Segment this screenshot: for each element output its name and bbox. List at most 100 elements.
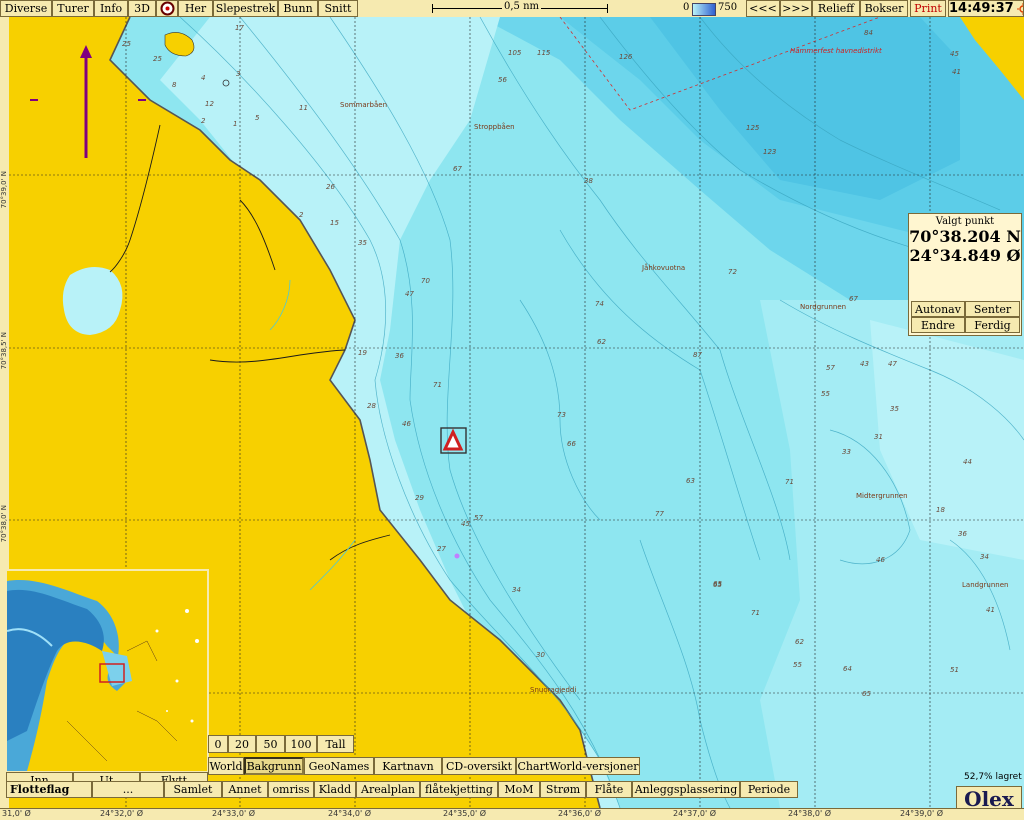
layer-world-button[interactable]: World	[208, 757, 244, 775]
depth-sounding: 29	[415, 494, 424, 502]
clock: 14:49:37	[948, 0, 1024, 17]
depth-sounding: 11	[299, 104, 308, 112]
depth-sounding: 47	[405, 290, 414, 298]
depth-sounding: 3	[236, 70, 241, 78]
depth-sounding: 41	[952, 68, 961, 76]
depth-sounding: 45	[950, 50, 959, 58]
bottom-periode-button[interactable]: Periode	[740, 781, 798, 798]
bottom-ellipsis-button[interactable]: ...	[92, 781, 164, 798]
depth-sounding: 2	[299, 211, 304, 219]
depth-sounding: 5	[255, 114, 260, 122]
depth-sounding: 63	[686, 477, 695, 485]
bottom-strom-button[interactable]: Strøm	[540, 781, 586, 798]
depth-gradient	[692, 3, 716, 16]
overview-map[interactable]: Inn	[5, 569, 209, 773]
bottom-kladd-button[interactable]: Kladd	[314, 781, 356, 798]
place-name-1: Sommarbåen	[340, 101, 388, 109]
depth-sounding: 46	[402, 420, 411, 428]
next-button[interactable]: >>>	[780, 0, 812, 17]
layer-bakgrunn-button[interactable]: Bakgrunn	[244, 757, 304, 775]
depth-sounding: 34	[512, 586, 521, 594]
scale-label: 0,5 nm	[502, 1, 542, 12]
depth-sounding: 45	[461, 520, 470, 528]
scale-0-button[interactable]: 0	[208, 735, 228, 753]
depth-sounding: 1	[233, 120, 238, 128]
layer-kartnavn-button[interactable]: Kartnavn	[374, 757, 442, 775]
bottom-arealplan-button[interactable]: Arealplan	[356, 781, 420, 798]
layer-cd-oversikt-button[interactable]: CD-oversikt	[442, 757, 516, 775]
depth-sounding: 25	[153, 55, 162, 63]
panel-title: Valgt punkt	[935, 216, 995, 227]
lon-tick: 24°36,0' Ø	[558, 809, 602, 818]
print-button[interactable]: Print	[910, 0, 946, 17]
depth-sounding: 71	[433, 381, 442, 389]
menu-bunn[interactable]: Bunn	[278, 0, 318, 17]
depth-sounding: 77	[655, 510, 664, 518]
bottom-anleggsplassering-button[interactable]: Anleggsplassering	[632, 781, 740, 798]
top-toolbar: Diverse Turer Info 3D Her Slepestrek Bun…	[0, 0, 1024, 18]
depth-sounding: 47	[888, 360, 897, 368]
lon-tick: 24°37,0' Ø	[673, 809, 717, 818]
ferdig-button[interactable]: Ferdig	[965, 317, 1020, 333]
depth-sounding: 44	[963, 458, 972, 466]
scale-50-button[interactable]: 50	[256, 735, 285, 753]
bottom-flatekjetting-button[interactable]: flåtekjetting	[420, 781, 498, 798]
depth-sounding: 35	[890, 405, 899, 413]
depth-sounding: 26	[326, 183, 335, 191]
depth-sounding: 66	[567, 440, 576, 448]
save-status: 52,7% lagret	[964, 772, 1022, 782]
depth-sounding: 35	[358, 239, 367, 247]
bottom-flate-button[interactable]: Flåte	[586, 781, 632, 798]
bottom-annet-button[interactable]: Annet	[222, 781, 268, 798]
relieff-button[interactable]: Relieff	[812, 0, 860, 17]
layer-chartworld-button[interactable]: ChartWorld-versjoner	[516, 757, 640, 775]
depth-max: 750	[718, 2, 738, 13]
alarm-sun-icon[interactable]	[1016, 2, 1023, 15]
bokser-button[interactable]: Bokser	[860, 0, 908, 17]
depth-sounding: 123	[763, 148, 777, 156]
lon-tick: 24°39,0' Ø	[900, 809, 944, 818]
bottom-samlet-button[interactable]: Samlet	[164, 781, 222, 798]
layer-geonames-button[interactable]: GeoNames	[304, 757, 374, 775]
depth-sounding: 57	[826, 364, 835, 372]
bottom-mom-button[interactable]: MoM	[498, 781, 540, 798]
menu-3d[interactable]: 3D	[128, 0, 156, 17]
menu-slepestrek[interactable]: Slepestrek	[213, 0, 278, 17]
endre-button[interactable]: Endre	[911, 317, 965, 333]
depth-sounding: 33	[842, 448, 851, 456]
depth-sounding: 65	[713, 581, 722, 589]
depth-sounding: 55	[793, 661, 802, 669]
longitude-readout: 24°34.849 Ø	[909, 246, 1021, 265]
senter-button[interactable]: Senter	[965, 301, 1020, 317]
depth-sounding: 43	[860, 360, 869, 368]
depth-sounding: 105	[508, 49, 522, 57]
scale-tall-button[interactable]: Tall	[317, 735, 354, 753]
depth-sounding: 64	[843, 665, 852, 673]
depth-sounding: 125	[746, 124, 760, 132]
depth-sounding: 31	[874, 433, 883, 441]
depth-sounding: 34	[980, 553, 989, 561]
menu-snitt[interactable]: Snitt	[318, 0, 358, 17]
scale-100-button[interactable]: 100	[285, 735, 317, 753]
menu-turer[interactable]: Turer	[52, 0, 94, 17]
depth-sounding: 62	[597, 338, 606, 346]
prev-button[interactable]: <<<	[746, 0, 780, 17]
compass-button[interactable]	[156, 0, 178, 17]
menu-diverse[interactable]: Diverse	[0, 0, 52, 17]
lat-tick-2: 70°38,5' N	[0, 332, 8, 370]
bottom-flotteflag-button[interactable]: Flotteflag	[6, 781, 92, 798]
place-name-3: Jåhkovuotna	[642, 264, 686, 272]
depth-sounding: 30	[536, 651, 545, 659]
place-name-5: Midtergrunnen	[856, 492, 908, 500]
depth-sounding: 27	[437, 545, 446, 553]
lon-tick: 31,0' Ø	[2, 809, 31, 818]
her-button[interactable]: Her	[178, 0, 213, 17]
depth-sounding: 17	[235, 24, 244, 32]
depth-sounding: 74	[595, 300, 604, 308]
autonav-button[interactable]: Autonav	[911, 301, 965, 317]
selected-point-panel: Valgt punkt 70°38.204 N 24°34.849 Ø Auto…	[908, 213, 1022, 336]
depth-sounding: 65	[862, 690, 871, 698]
bottom-omriss-button[interactable]: omriss	[268, 781, 314, 798]
scale-20-button[interactable]: 20	[228, 735, 256, 753]
menu-info[interactable]: Info	[94, 0, 128, 17]
